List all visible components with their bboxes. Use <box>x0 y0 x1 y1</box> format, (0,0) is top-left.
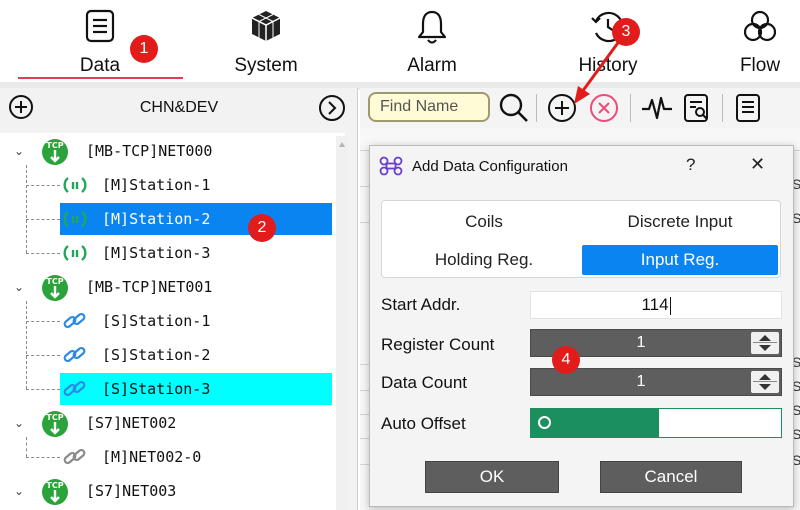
step-marker-3: 3 <box>612 18 640 46</box>
step-marker-2: 2 <box>248 214 276 242</box>
step-marker-4: 4 <box>552 346 580 374</box>
annotation-arrow-layer <box>574 39 622 104</box>
annotation-arrow <box>580 39 622 93</box>
annotation-arrowhead <box>574 86 590 104</box>
step-marker-1: 1 <box>130 35 158 63</box>
